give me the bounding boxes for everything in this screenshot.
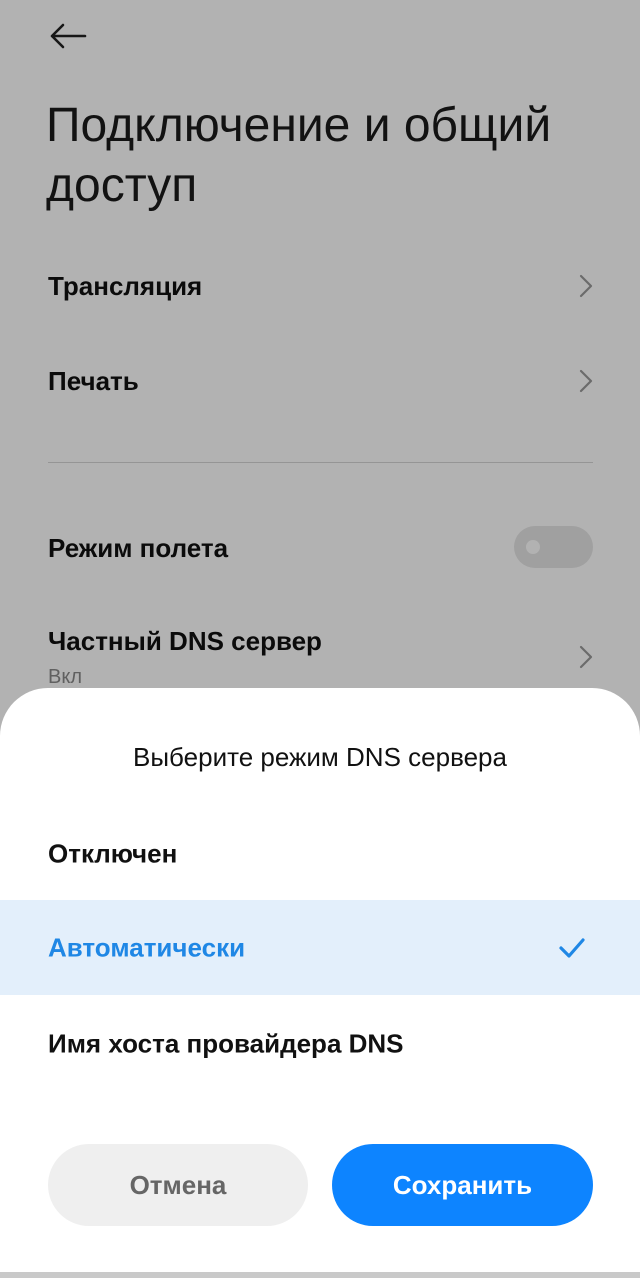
dns-option-automatic[interactable]: Автоматически [0, 900, 640, 995]
option-label: Имя хоста провайдера DNS [48, 1028, 404, 1058]
navigation-bar [0, 1272, 640, 1278]
cancel-button[interactable]: Отмена [48, 1144, 308, 1226]
option-label: Автоматически [48, 932, 246, 962]
dialog-title: Выберите режим DNS сервера [133, 742, 507, 772]
dns-option-hostname[interactable]: Имя хоста провайдера DNS [0, 996, 640, 1091]
dns-mode-dialog: Выберите режим DNS сервера Отключен Авто… [0, 688, 640, 1278]
dns-option-off[interactable]: Отключен [0, 806, 640, 901]
save-button[interactable]: Сохранить [332, 1144, 593, 1226]
option-label: Отключен [48, 838, 178, 868]
checkmark-icon [559, 937, 585, 958]
